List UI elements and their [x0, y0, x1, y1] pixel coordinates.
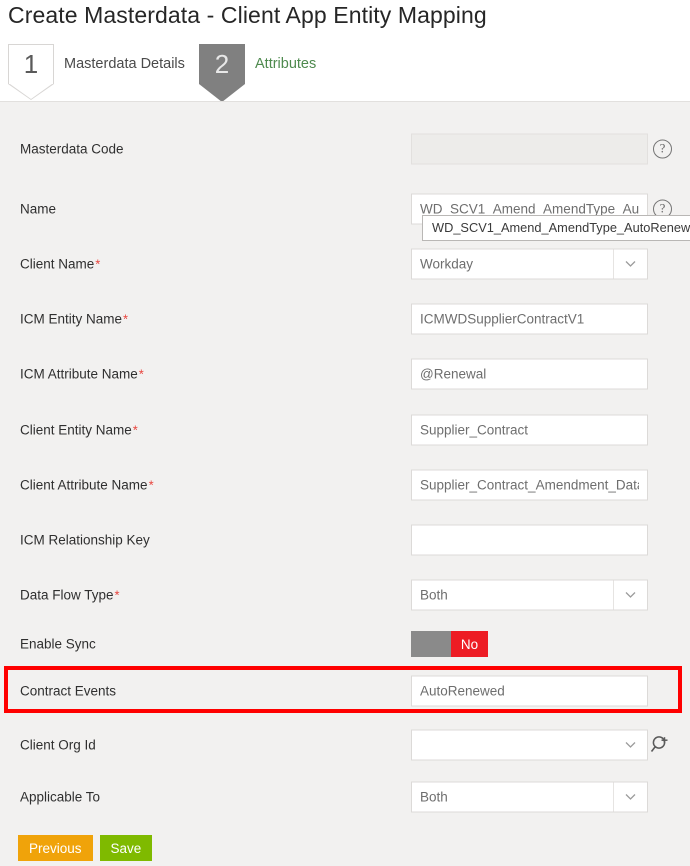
input-icm-entity-name[interactable]: ICMWDSupplierContractV1: [411, 304, 648, 335]
input-masterdata-code[interactable]: [411, 134, 648, 165]
label-contract-events: Contract Events: [20, 684, 116, 699]
label-masterdata-code: Masterdata Code: [20, 142, 124, 157]
label-client-attribute-name: Client Attribute Name*: [20, 478, 154, 493]
select-client-name[interactable]: Workday: [411, 249, 648, 280]
required-asterisk: *: [95, 257, 100, 272]
field-row-applicable-to: Applicable To Both: [0, 776, 690, 818]
label-icm-entity-name: ICM Entity Name*: [20, 312, 128, 327]
input-contract-events[interactable]: AutoRenewed: [411, 676, 648, 707]
input-client-entity-name[interactable]: Supplier_Contract: [411, 415, 648, 446]
step-marker-2: 2: [199, 44, 245, 92]
wizard-step-attributes[interactable]: 2 Attributes: [199, 44, 316, 92]
label-applicable-to: Applicable To: [20, 790, 100, 805]
field-row-enable-sync: Enable Sync No: [0, 623, 690, 665]
field-row-data-flow-type: Data Flow Type* Both: [0, 574, 690, 616]
field-row-client-attribute-name: Client Attribute Name* Supplier_Contract…: [0, 464, 690, 506]
label-enable-sync: Enable Sync: [20, 637, 96, 652]
wizard-step-masterdata-details[interactable]: 1 Masterdata Details: [8, 44, 185, 92]
create-masterdata-page: Create Masterdata - Client App Entity Ma…: [0, 0, 690, 866]
required-asterisk: *: [133, 423, 138, 438]
label-client-entity-name: Client Entity Name*: [20, 423, 138, 438]
field-row-contract-events: Contract Events AutoRenewed: [0, 670, 690, 712]
select-data-flow-type[interactable]: Both: [411, 580, 648, 611]
toggle-knob: [411, 631, 451, 657]
field-row-client-org-id: Client Org Id: [0, 724, 690, 766]
tooltip-name-full-value: WD_SCV1_Amend_AmendType_AutoRenewal: [422, 215, 690, 241]
step-label-masterdata-details: Masterdata Details: [64, 44, 185, 84]
toggle-state-label: No: [451, 631, 488, 657]
input-client-attribute-name[interactable]: Supplier_Contract_Amendment_Data: [411, 470, 648, 501]
label-client-name: Client Name*: [20, 257, 100, 272]
chevron-down-icon[interactable]: [613, 731, 647, 760]
label-data-flow-type: Data Flow Type*: [20, 588, 120, 603]
required-asterisk: *: [149, 478, 154, 493]
field-row-icm-attribute-name: ICM Attribute Name* @Renewal: [0, 353, 690, 395]
field-row-icm-relationship-key: ICM Relationship Key: [0, 519, 690, 561]
select-applicable-to[interactable]: Both: [411, 782, 648, 813]
required-asterisk: *: [115, 588, 120, 603]
step-marker-1: 1: [8, 44, 54, 92]
input-icm-relationship-key[interactable]: [411, 525, 648, 556]
page-title: Create Masterdata - Client App Entity Ma…: [8, 2, 487, 29]
step-marker-1-point: [8, 84, 54, 100]
required-asterisk: *: [123, 312, 128, 327]
chevron-down-icon[interactable]: [613, 581, 647, 610]
field-row-client-entity-name: Client Entity Name* Supplier_Contract: [0, 409, 690, 451]
step-label-attributes: Attributes: [255, 44, 316, 84]
label-client-org-id: Client Org Id: [20, 738, 96, 753]
step-number-2: 2: [215, 44, 229, 84]
select-client-org-id[interactable]: [411, 730, 648, 761]
label-icm-attribute-name: ICM Attribute Name*: [20, 367, 144, 382]
chevron-down-icon[interactable]: [613, 783, 647, 812]
label-name: Name: [20, 202, 56, 217]
help-icon-masterdata-code[interactable]: ?: [653, 140, 672, 159]
field-row-client-name: Client Name* Workday: [0, 243, 690, 285]
label-icm-relationship-key: ICM Relationship Key: [20, 533, 150, 548]
step-number-1: 1: [24, 44, 38, 84]
chevron-down-icon[interactable]: [613, 250, 647, 279]
field-row-icm-entity-name: ICM Entity Name* ICMWDSupplierContractV1: [0, 298, 690, 340]
save-button[interactable]: Save: [100, 835, 153, 861]
previous-button[interactable]: Previous: [18, 835, 93, 861]
toggle-enable-sync[interactable]: No: [411, 631, 488, 657]
step-marker-2-point: [199, 84, 245, 102]
search-add-icon[interactable]: [650, 734, 672, 756]
footer-buttons: Previous Save: [18, 835, 152, 861]
field-row-masterdata-code: Masterdata Code ?: [0, 128, 690, 170]
required-asterisk: *: [139, 367, 144, 382]
input-icm-attribute-name[interactable]: @Renewal: [411, 359, 648, 390]
wizard-steps: 1 Masterdata Details 2 Attributes: [0, 44, 690, 102]
